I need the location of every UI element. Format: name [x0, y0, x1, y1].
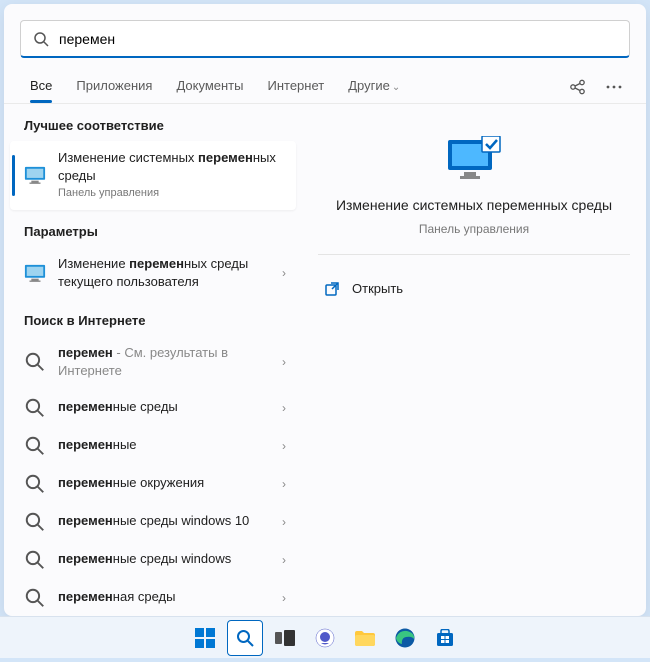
detail-pane: Изменение системных переменных среды Пан… — [302, 104, 646, 616]
taskbar-chat-button[interactable] — [307, 620, 343, 656]
web-search-result[interactable]: переменные› — [4, 427, 302, 465]
open-action[interactable]: Открыть — [318, 273, 630, 305]
chevron-right-icon: › — [278, 591, 290, 605]
more-options-icon[interactable] — [598, 71, 630, 103]
search-icon — [24, 473, 46, 495]
chevron-right-icon: › — [278, 266, 290, 280]
detail-title: Изменение системных переменных среды — [328, 196, 620, 216]
tab-web[interactable]: Интернет — [257, 70, 334, 103]
chevron-right-icon: › — [278, 401, 290, 415]
best-match-result[interactable]: Изменение системных переменных среды Пан… — [10, 141, 296, 210]
share-icon[interactable] — [562, 71, 594, 103]
web-result-text: переменные среды windows — [58, 550, 278, 568]
search-bar[interactable] — [20, 20, 630, 58]
search-icon — [24, 397, 46, 419]
web-search-result[interactable]: переменные окружения› — [4, 465, 302, 503]
web-result-text: переменные — [58, 436, 278, 454]
results-list: Лучшее соответствие Изменение системных … — [4, 104, 302, 616]
tab-documents[interactable]: Документы — [166, 70, 253, 103]
open-icon — [324, 281, 340, 297]
tab-all[interactable]: Все — [20, 70, 62, 103]
section-best-match: Лучшее соответствие — [4, 104, 302, 141]
search-input[interactable] — [59, 31, 617, 47]
chevron-down-icon: ⌄ — [392, 82, 400, 93]
taskbar-start-button[interactable] — [187, 620, 223, 656]
section-settings: Параметры — [4, 210, 302, 247]
monitor-check-icon — [446, 136, 502, 184]
best-match-text: Изменение системных переменных среды Пан… — [58, 149, 284, 202]
taskbar-explorer-button[interactable] — [347, 620, 383, 656]
monitor-icon — [24, 164, 46, 186]
chevron-right-icon: › — [278, 515, 290, 529]
settings-result-text: Изменение переменных среды текущего поль… — [58, 255, 278, 291]
web-result-text: перемен - См. результаты в Интернете — [58, 344, 278, 380]
web-result-text: переменные среды windows 10 — [58, 512, 278, 530]
open-label: Открыть — [352, 281, 403, 296]
divider — [318, 254, 630, 255]
chevron-right-icon: › — [278, 439, 290, 453]
web-search-result[interactable]: перемен - См. результаты в Интернете› — [4, 336, 302, 388]
section-web-search: Поиск в Интернете — [4, 299, 302, 336]
web-result-text: переменные окружения — [58, 474, 278, 492]
filter-tabs: Все Приложения Документы Интернет Другие… — [4, 66, 646, 104]
taskbar — [0, 616, 650, 658]
search-icon — [24, 351, 46, 373]
web-result-text: переменная среды — [58, 588, 278, 606]
taskbar-search-button[interactable] — [227, 620, 263, 656]
web-result-text: переменные среды — [58, 398, 278, 416]
chevron-right-icon: › — [278, 553, 290, 567]
tab-apps[interactable]: Приложения — [66, 70, 162, 103]
results-content: Лучшее соответствие Изменение системных … — [4, 104, 646, 616]
search-icon — [33, 31, 49, 47]
taskbar-edge-button[interactable] — [387, 620, 423, 656]
web-search-result[interactable]: переменная среды› — [4, 579, 302, 616]
monitor-icon — [24, 262, 46, 284]
web-search-result[interactable]: переменные среды windows 10› — [4, 503, 302, 541]
start-search-window: Все Приложения Документы Интернет Другие… — [4, 4, 646, 616]
tab-more[interactable]: Другие⌄ — [338, 70, 410, 103]
web-search-result[interactable]: переменные среды› — [4, 389, 302, 427]
web-search-result[interactable]: переменные среды windows› — [4, 541, 302, 579]
detail-subtitle: Панель управления — [419, 222, 529, 236]
taskbar-store-button[interactable] — [427, 620, 463, 656]
search-icon — [24, 511, 46, 533]
taskbar-taskview-button[interactable] — [267, 620, 303, 656]
chevron-right-icon: › — [278, 477, 290, 491]
search-icon — [24, 435, 46, 457]
search-icon — [24, 587, 46, 609]
settings-result[interactable]: Изменение переменных среды текущего поль… — [4, 247, 302, 299]
search-icon — [24, 549, 46, 571]
chevron-right-icon: › — [278, 355, 290, 369]
